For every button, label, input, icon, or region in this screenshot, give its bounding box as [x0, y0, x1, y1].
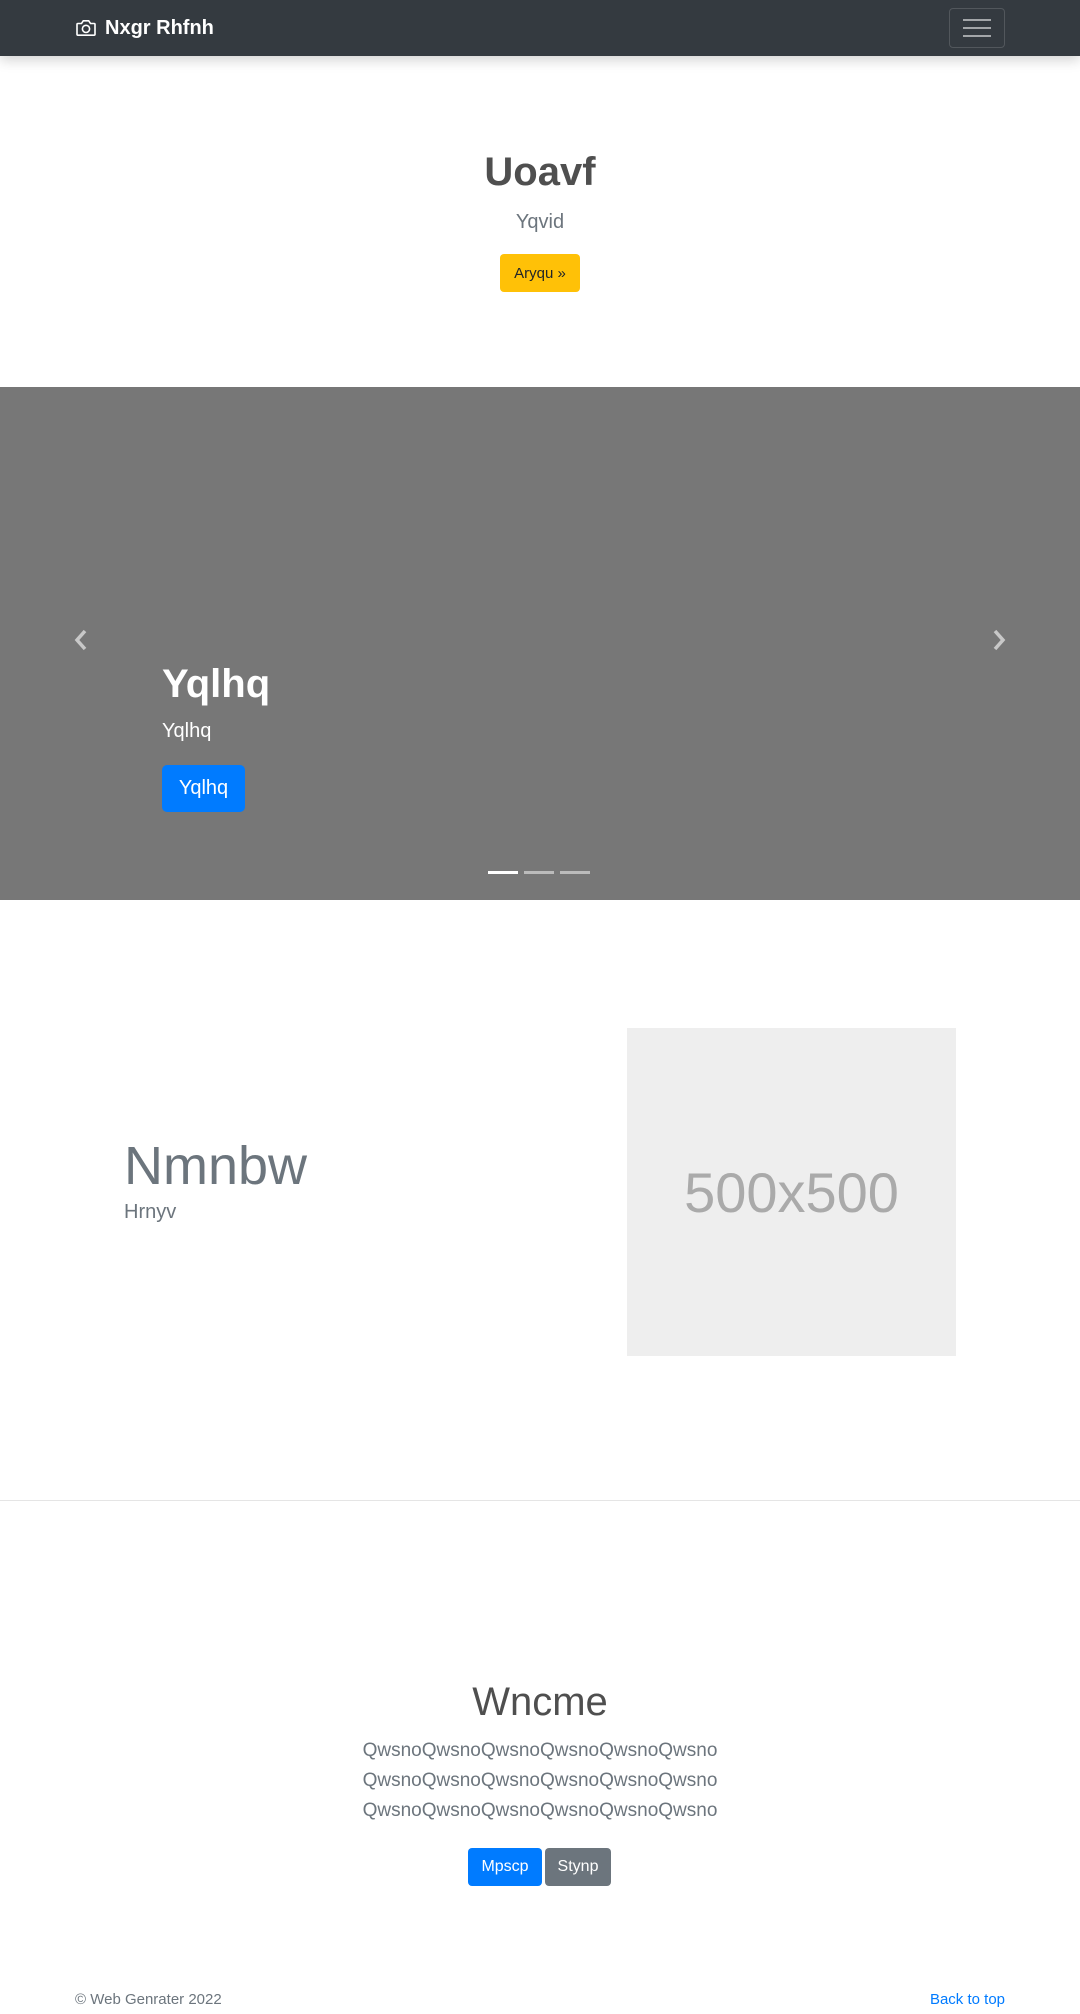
brand-link[interactable]: Nxgr Rhfnh [75, 0, 214, 56]
section-divider [0, 1500, 1080, 1501]
chevron-right-icon [993, 629, 1006, 651]
feature-title: Nmnbw [124, 1136, 308, 1196]
feature-subtitle: Hrnyv [124, 1201, 177, 1223]
chevron-left-icon [74, 629, 87, 651]
cta-title: Wncme [472, 1680, 608, 1724]
secondary-button[interactable]: Stynp [545, 1848, 611, 1886]
cta-text-line: QwsnoQwsnoQwsnoQwsnoQwsnoQwsno [362, 1770, 718, 1791]
copyright-text: © Web Genrater 2022 [75, 1991, 222, 2008]
carousel-indicator-2[interactable] [524, 871, 554, 874]
navbar-toggler-button[interactable] [949, 8, 1005, 48]
primary-button[interactable]: Mpscp [468, 1848, 542, 1886]
cta-text: QwsnoQwsnoQwsnoQwsnoQwsnoQwsno QwsnoQwsn… [0, 1736, 1080, 1826]
brand-name: Nxgr Rhfnh [105, 16, 214, 39]
carousel-indicators [488, 871, 590, 874]
back-to-top-link[interactable]: Back to top [930, 1991, 1005, 2008]
hero-title: Uoavf [484, 150, 596, 194]
hero-subtitle: Yqvid [515, 211, 565, 233]
carousel-slide-title: Yqlhq [162, 662, 271, 706]
carousel-indicator-3[interactable] [560, 871, 590, 874]
navbar: Nxgr Rhfnh [0, 0, 1080, 56]
carousel-slide-subtitle: Yqlhq [162, 720, 212, 742]
carousel-indicator-1[interactable] [488, 871, 518, 874]
placeholder-image-label: 500x500 [684, 1160, 899, 1224]
cta-text-line: QwsnoQwsnoQwsnoQwsnoQwsnoQwsno [362, 1800, 718, 1821]
camera-icon [76, 19, 96, 37]
cta-text-line: QwsnoQwsnoQwsnoQwsnoQwsnoQwsno [362, 1740, 718, 1761]
carousel-prev-button[interactable] [66, 620, 96, 660]
hamburger-menu-icon [963, 19, 991, 37]
placeholder-image: 500x500 [627, 1028, 956, 1356]
cta-buttons: Mpscp Stynp [468, 1848, 611, 1886]
hero-button[interactable]: Aryqu » [500, 254, 580, 292]
carousel-slide-button[interactable]: Yqlhq [162, 765, 245, 812]
carousel: Yqlhq Yqlhq Yqlhq [0, 387, 1080, 900]
carousel-next-button[interactable] [984, 620, 1014, 660]
